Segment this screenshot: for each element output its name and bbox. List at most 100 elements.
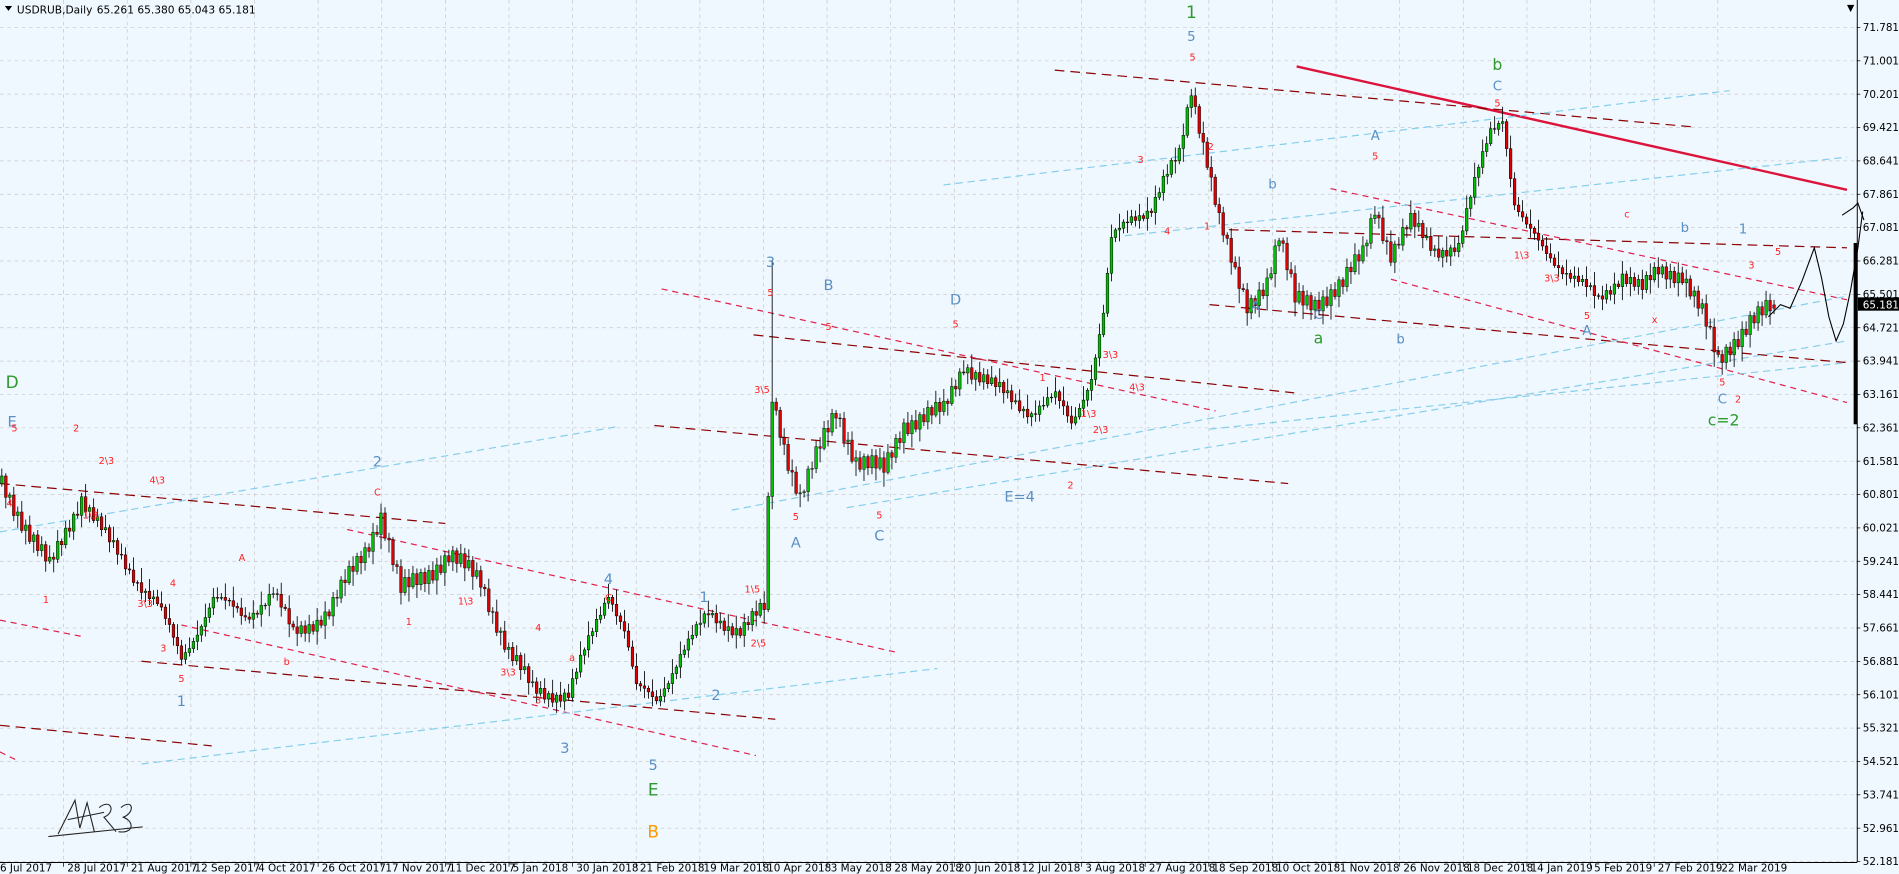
candle-body-bull [1572, 275, 1577, 279]
time-axis[interactable]: 6 Jul 2017 28 Jul 2017 21 Aug 201712 Sep 2… [0, 861, 1787, 874]
candle-body-bear [1720, 354, 1724, 363]
candle-body-bull [950, 386, 954, 404]
wave-label: 2 [1067, 480, 1073, 491]
candle-body-bear [1552, 257, 1557, 266]
candle-body-bull [219, 597, 223, 599]
wave-label: 4\3 [149, 476, 165, 487]
candle-body-bear [714, 613, 718, 624]
candle-body-bear [543, 688, 547, 700]
candle-body-bear [463, 553, 467, 569]
wave-label: 5 [11, 424, 17, 435]
wave-label: 2 [1735, 395, 1741, 406]
candle-body-bull [271, 593, 275, 595]
candle-body-bear [291, 623, 295, 628]
y-tick-label: 69.421 [1863, 122, 1899, 134]
candle-body-bear [407, 577, 411, 588]
chart-shift-marker[interactable] [1853, 242, 1858, 425]
candle-body-bear [52, 556, 56, 560]
candle-body-bear [1061, 400, 1066, 407]
candle-body-bear [68, 527, 72, 532]
candle-body-bull [459, 553, 463, 564]
wave-label: 1\5 [745, 584, 761, 595]
x-tick-label: 21 Aug 2017 [131, 863, 197, 874]
candle-body-bull [539, 688, 543, 694]
candle-body-bull [1417, 223, 1421, 227]
candle-body-bull [1022, 408, 1026, 412]
wave-label: a [569, 653, 575, 664]
candle-body-bull [1337, 279, 1341, 297]
candle-body-bear [519, 655, 523, 671]
wave-label: 3\5 [754, 385, 770, 396]
candle-body-bear [367, 547, 371, 552]
candle-body-bull [686, 638, 690, 651]
candle-body-bull [1157, 192, 1161, 198]
candle-body-bull [1105, 273, 1110, 314]
candle-body-bear [1568, 273, 1573, 279]
candle-body-bear [227, 600, 231, 602]
x-tick-label: 22 Mar 2019 [1721, 863, 1787, 874]
y-tick-label: 60.801 [1863, 489, 1899, 501]
candle-body-bear [626, 630, 631, 648]
price-chart[interactable]: 155 bC5DE24C 135 B5D5aCAA5bbA5bc15C5c=2E=4A… [0, 0, 1899, 874]
wave-label: C [1718, 393, 1727, 408]
candle-body-bull [854, 457, 858, 462]
candle-body-bear [1525, 216, 1529, 225]
candle-body-bear [76, 513, 80, 516]
candle-body-bull [435, 564, 439, 581]
y-tick-label: 52.181 [1863, 856, 1899, 868]
candle-body-bull [798, 492, 802, 494]
wave-label: b [1492, 55, 1502, 74]
candle-body-bull [1369, 218, 1373, 244]
candle-body-bear [319, 619, 323, 626]
candle-body-bear [247, 616, 251, 620]
y-tick-label: 68.641 [1863, 156, 1899, 168]
candle-body-bull [1054, 391, 1058, 398]
candle-body-bull [411, 573, 415, 588]
candle-body-bear [1576, 275, 1581, 282]
candle-body-bear [978, 372, 982, 383]
candle-body-bear [455, 550, 459, 564]
candle-body-bull [72, 513, 76, 532]
candle-body-bear [938, 402, 942, 412]
candle-body-bull [998, 382, 1002, 388]
candle-body-bull [48, 556, 52, 562]
y-tick-label: 64.721 [1863, 322, 1899, 334]
wave-label: 1 [1739, 222, 1747, 237]
wave-label: 4 [604, 572, 613, 588]
candle-body-bull [1117, 227, 1122, 231]
candle-body-bear [135, 582, 140, 584]
candle-body-bull [8, 494, 12, 498]
candle-body-bear [567, 692, 571, 698]
symbol-timeframe: USDRUB,Daily [17, 3, 92, 16]
wave-label: 5 [1719, 378, 1725, 389]
candle-body-bear [914, 420, 918, 430]
candle-body-bear [1229, 238, 1233, 263]
wave-label: c [1624, 210, 1629, 221]
candle-body-bull [758, 603, 762, 616]
candle-body-bear [12, 494, 16, 516]
candle-body-bear [778, 410, 782, 438]
y-tick-label: 57.661 [1863, 623, 1899, 635]
candle-body-bear [1528, 223, 1533, 229]
candle-body-bear [279, 593, 283, 608]
wave-label: b [284, 657, 290, 668]
candle-body-bear [1680, 272, 1684, 284]
candle-body-bear [1664, 266, 1668, 280]
candle-body-bull [427, 570, 431, 584]
candle-body-bear [1141, 215, 1145, 219]
candle [1213, 174, 1217, 208]
wave-label: 5 [1190, 52, 1196, 63]
candle-body-bear [1437, 248, 1441, 258]
candle-body-bull [1269, 273, 1273, 279]
x-tick-label: 26 Nov 2018 [1403, 863, 1469, 874]
candle-body-bear [1221, 212, 1225, 236]
candle-body-bear [503, 630, 507, 650]
candle-body-bull [1469, 196, 1473, 209]
candle-body-bear [1333, 289, 1337, 297]
candle-body-bear [962, 371, 966, 374]
candle-body-bull [1038, 405, 1042, 415]
candle-body-bull [662, 688, 666, 697]
y-tick-label: 70.201 [1863, 89, 1899, 101]
candle-body-bear [1544, 245, 1549, 254]
candle-body-bull [682, 649, 686, 655]
